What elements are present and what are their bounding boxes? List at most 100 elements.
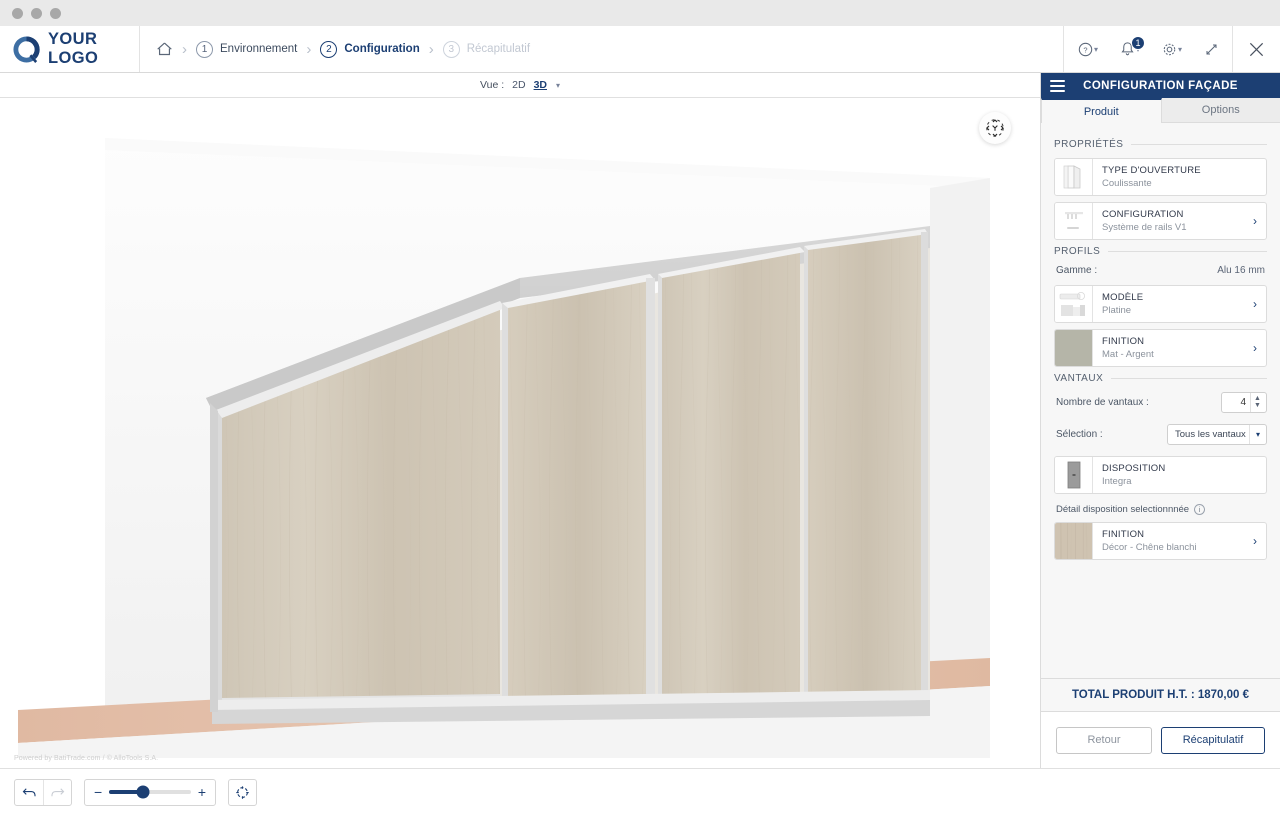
card-disposition[interactable]: DISPOSITION Integra — [1054, 456, 1267, 494]
zoom-out-button[interactable]: − — [94, 784, 102, 800]
recapitulatif-button[interactable]: Récapitulatif — [1161, 726, 1265, 754]
zoom-slider-knob[interactable] — [136, 785, 150, 799]
menu-hamburger-icon[interactable] — [1050, 77, 1065, 95]
gamme-row: Gamme : Alu 16 mm — [1054, 265, 1267, 276]
orbit-gizmo-icon — [986, 119, 1004, 137]
brand-logo[interactable]: YOUR LOGO — [0, 26, 140, 72]
card-subtitle: Integra — [1102, 476, 1132, 487]
zoom-slider-group[interactable]: − + — [84, 778, 216, 806]
app-window: YOUR LOGO › 1 Environnement › 2 Configur… — [0, 0, 1280, 815]
panel-actions: Retour Récapitulatif — [1041, 712, 1280, 768]
app-root: YOUR LOGO › 1 Environnement › 2 Configur… — [0, 26, 1280, 815]
zoom-slider-track[interactable] — [109, 785, 191, 799]
panel-header: CONFIGURATION FAÇADE — [1041, 73, 1280, 98]
tab-produit[interactable]: Produit — [1041, 98, 1162, 123]
step-number: 1 — [196, 40, 213, 58]
section-divider — [1111, 378, 1267, 379]
chevron-right-icon: › — [1253, 214, 1257, 228]
view-option-3d[interactable]: 3D — [534, 79, 547, 91]
card-finition-vantail[interactable]: FINITION Décor - Chêne blanchi › — [1054, 522, 1267, 560]
section-header-proprietes: PROPRIÉTÉS — [1054, 139, 1267, 150]
card-title: TYPE D'OUVERTURE — [1102, 165, 1201, 176]
panel-content: PROPRIÉTÉS TYPE D'OUVERTURE Coulissante … — [1041, 123, 1280, 678]
oak-texture-icon — [1055, 523, 1092, 559]
breadcrumb-step-recapitulatif[interactable]: 3 Récapitulatif — [442, 40, 530, 58]
card-type-ouverture[interactable]: TYPE D'OUVERTURE Coulissante — [1054, 158, 1267, 196]
stepper-arrows[interactable]: ▲ ▼ — [1250, 393, 1264, 412]
step-number: 3 — [442, 40, 460, 58]
window-dot-maximize[interactable] — [50, 7, 61, 19]
card-title: DISPOSITION — [1102, 463, 1166, 474]
stepper-down-icon[interactable]: ▼ — [1254, 402, 1261, 409]
view-toolbar: Vue : 2D 3D ▾ — [0, 73, 1040, 98]
help-button[interactable]: ? ▾ — [1068, 26, 1108, 72]
undo-button[interactable] — [15, 780, 43, 805]
swatch-oak-thumb — [1055, 523, 1093, 559]
configuration-panel: CONFIGURATION FAÇADE Produit Options PRO… — [1040, 73, 1280, 768]
card-subtitle: Décor - Chêne blanchi — [1102, 542, 1197, 553]
selection-dropdown[interactable]: Tous les vantaux ▾ — [1167, 424, 1267, 445]
chevron-right-icon: › — [1253, 341, 1257, 355]
view-option-2d[interactable]: 2D — [512, 79, 525, 91]
info-icon[interactable]: i — [1194, 504, 1206, 515]
profile-model-icon — [1059, 292, 1085, 316]
recenter-button[interactable] — [229, 780, 256, 805]
close-icon — [1249, 42, 1264, 56]
card-configuration[interactable]: CONFIGURATION Système de rails V1 › — [1054, 202, 1267, 240]
tab-options[interactable]: Options — [1161, 98, 1280, 123]
window-titlebar — [0, 0, 1280, 26]
panel-tabs: Produit Options — [1041, 98, 1280, 123]
fullscreen-expand-icon — [1205, 43, 1217, 55]
card-modele[interactable]: MODÈLE Platine › — [1054, 285, 1267, 323]
notifications-button[interactable]: ▾ 1 — [1110, 26, 1150, 72]
gamme-value: Alu 16 mm — [1217, 265, 1265, 276]
home-icon[interactable] — [156, 41, 173, 57]
breadcrumb-step-environnement[interactable]: 1 Environnement — [196, 40, 297, 58]
chevron-down-icon: ▾ — [1249, 425, 1266, 444]
close-button[interactable] — [1232, 26, 1280, 72]
card-finition-profil[interactable]: FINITION Mat - Argent › — [1054, 329, 1267, 367]
nombre-vantaux-input[interactable] — [1222, 397, 1250, 408]
logo-mark-icon — [13, 35, 40, 63]
zoom-in-button[interactable]: + — [198, 784, 206, 800]
panel-title: CONFIGURATION FAÇADE — [1083, 79, 1238, 92]
viewport-3d[interactable]: Powered by BatiTrade.com / © AlloTools S… — [0, 98, 1040, 768]
door-panel-icon — [1063, 165, 1080, 189]
profile-model-thumb — [1055, 286, 1093, 322]
window-dot-close[interactable] — [12, 7, 23, 19]
card-title: MODÈLE — [1102, 292, 1144, 303]
disposition-integra-icon — [1067, 461, 1080, 489]
section-header-vantaux: VANTAUX — [1054, 373, 1267, 384]
rail-system-thumb — [1055, 203, 1093, 239]
back-button[interactable]: Retour — [1056, 726, 1152, 754]
app-header: YOUR LOGO › 1 Environnement › 2 Configur… — [0, 26, 1280, 73]
selection-row: Sélection : Tous les vantaux ▾ — [1054, 424, 1267, 445]
notification-badge: 1 — [1131, 36, 1145, 50]
door-panel-thumb — [1055, 159, 1093, 195]
section-title: PROPRIÉTÉS — [1054, 139, 1124, 150]
gamme-label: Gamme : — [1056, 265, 1098, 276]
redo-button[interactable] — [43, 779, 71, 805]
card-subtitle: Système de rails V1 — [1102, 222, 1187, 233]
swatch-silver-thumb — [1055, 330, 1093, 366]
breadcrumb-step-configuration[interactable]: 2 Configuration — [320, 40, 420, 58]
settings-button[interactable]: ▾ — [1152, 26, 1192, 72]
orbit-gizmo-button[interactable] — [979, 112, 1011, 144]
help-icon: ? — [1078, 42, 1093, 56]
view-label: Vue : — [479, 79, 505, 91]
detail-disposition-label-row: Détail disposition selectionnnée i — [1056, 504, 1267, 515]
fullscreen-button[interactable] — [1194, 26, 1228, 72]
logo-text: YOUR LOGO — [48, 30, 99, 67]
wardrobe-3d-render — [18, 138, 990, 758]
nombre-vantaux-stepper[interactable]: ▲ ▼ — [1221, 392, 1267, 413]
card-title: CONFIGURATION — [1102, 209, 1184, 220]
window-dot-minimize[interactable] — [31, 7, 42, 19]
undo-icon — [22, 787, 36, 796]
viewer-area: Vue : 2D 3D ▾ Powered by BatiTrade.com /… — [0, 73, 1040, 768]
history-group — [14, 778, 72, 806]
rail-system-icon — [1064, 212, 1083, 229]
chevron-down-icon[interactable]: ▾ — [556, 81, 560, 90]
section-title: PROFILS — [1054, 246, 1101, 257]
recenter-group — [228, 778, 257, 806]
breadcrumb-separator: › — [182, 40, 187, 58]
